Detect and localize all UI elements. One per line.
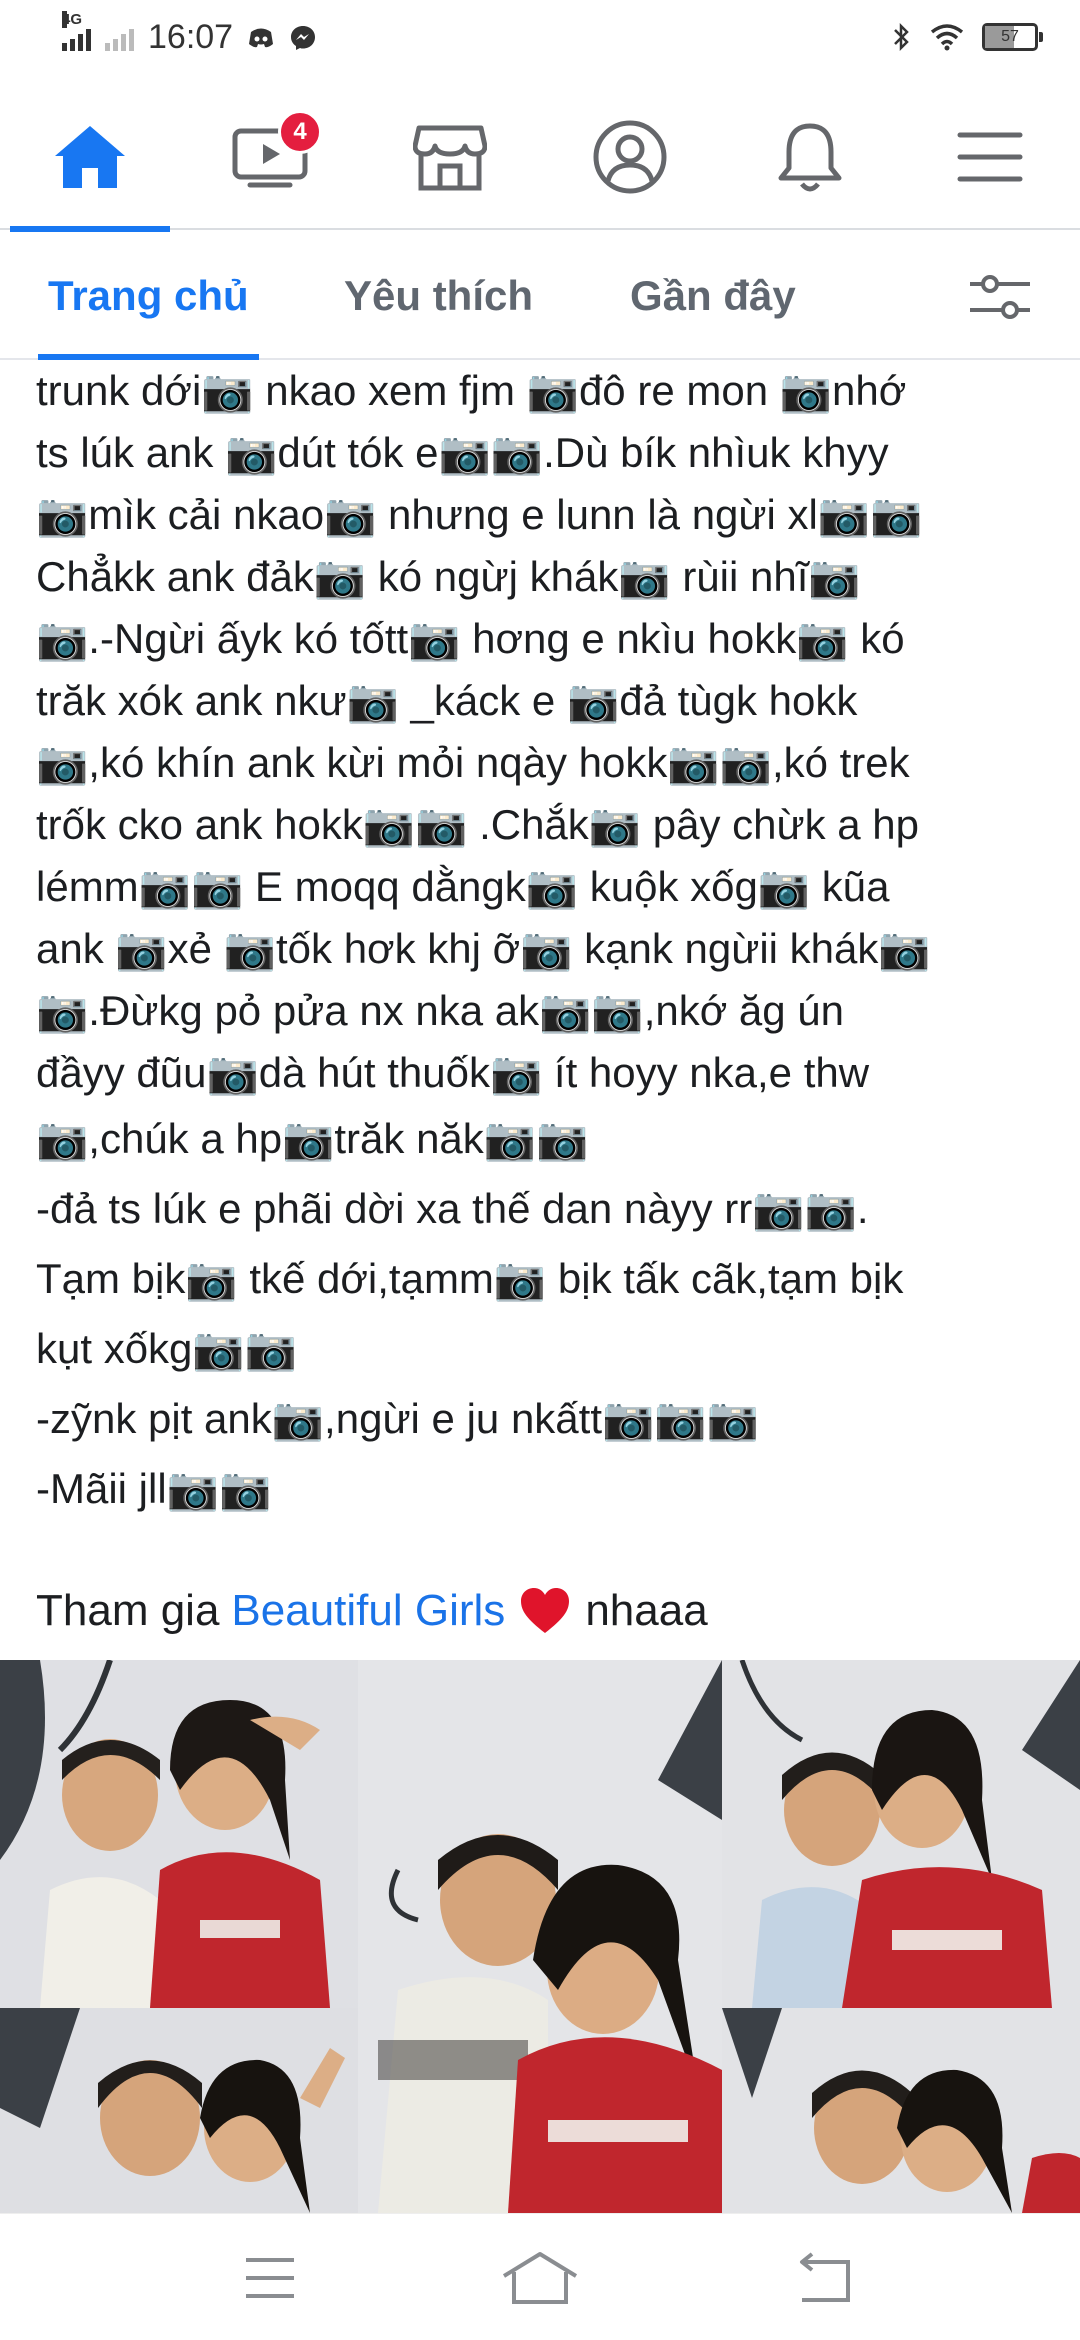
network-type: 4G bbox=[62, 10, 83, 28]
status-right: 57 bbox=[892, 22, 1043, 52]
hamburger-icon bbox=[957, 132, 1023, 182]
sliders-icon[interactable] bbox=[968, 272, 1032, 322]
cta-prefix: Tham gia bbox=[36, 1586, 220, 1635]
post-line: 📷,kó khín ank kừi mỏi nqày hokk📷📷,kó tre… bbox=[36, 739, 910, 786]
android-home-icon[interactable] bbox=[500, 2250, 580, 2306]
post-line: -đả ts lúk e phãi dời xa thế dan nàyy rr… bbox=[36, 1185, 869, 1232]
cell-signal-icon: 4G bbox=[62, 10, 91, 51]
battery-level: 57 bbox=[1001, 28, 1019, 45]
post: trunk dới📷 nkao xem fjm 📷đô re mon 📷nhớ … bbox=[0, 360, 1080, 1646]
nav-marketplace[interactable] bbox=[360, 84, 540, 230]
post-line: trốk cko ank hokk📷📷 .Chắk📷 pây chừk a hp bbox=[36, 801, 920, 848]
post-line: 📷,chúk a hp📷trăk năk📷📷 bbox=[36, 1115, 589, 1162]
post-line: 📷mìk cải nkao📷 nhưng e lunn là ngừi xl📷📷 bbox=[36, 491, 923, 538]
photo-collage[interactable] bbox=[0, 1660, 1080, 2213]
status-left: 4G 16:07 bbox=[62, 10, 317, 57]
nav-notifications[interactable] bbox=[720, 84, 900, 230]
post-line: -zỹnk pịt ank📷,ngừi e ju nkấtt📷📷📷 bbox=[36, 1395, 759, 1442]
status-bar: 4G 16:07 57 bbox=[0, 0, 1080, 84]
post-line: trunk dới📷 nkao xem fjm 📷đô re mon 📷nhớ bbox=[36, 367, 907, 414]
post-line: 📷.Đừkg pỏ pửa nx nka ak📷📷,nkớ ăg ún bbox=[36, 987, 845, 1034]
nav-watch[interactable]: 4 bbox=[180, 84, 360, 230]
nav-menu[interactable] bbox=[900, 84, 1080, 230]
messenger-icon bbox=[291, 25, 316, 50]
menu-lines-icon[interactable] bbox=[230, 2250, 310, 2306]
nav-profile[interactable] bbox=[540, 84, 720, 230]
wifi-icon bbox=[930, 24, 964, 51]
store-icon bbox=[413, 125, 487, 191]
photo-4[interactable] bbox=[0, 2008, 358, 2213]
photo-1[interactable] bbox=[0, 1660, 358, 2008]
cell-signal-2-icon bbox=[105, 25, 134, 51]
group-link[interactable]: Beautiful Girls bbox=[231, 1576, 505, 1646]
heart-icon bbox=[521, 1588, 570, 1633]
cta-suffix: nhaaa bbox=[585, 1586, 708, 1635]
clock: 16:07 bbox=[148, 18, 234, 56]
bell-icon bbox=[778, 123, 842, 192]
post-line: trăk xók ank nkư📷 _káck e 📷đả tùgk hokk bbox=[36, 677, 858, 724]
post-line: Chẳkk ank đảk📷 kó ngừj khák📷 rùii nhĩ📷 bbox=[36, 553, 861, 600]
post-line: 📷.-Ngừi ấyk kó tốtt📷 hơng e nkìu hokk📷 k… bbox=[36, 615, 905, 662]
post-line: kụt xốkg📷📷 bbox=[36, 1325, 298, 1372]
battery-icon: 57 bbox=[982, 23, 1043, 51]
post-line: ts lúk ank 📷dút tók e📷📷.Dù bík nhìuk khy… bbox=[36, 429, 889, 476]
photo-5[interactable] bbox=[722, 2008, 1080, 2213]
post-line: Tạm bịk📷 tkế dới,tạmm📷 bịk tấk cãk,tạm b… bbox=[36, 1255, 904, 1302]
post-cta: Tham gia Beautiful Girls nhaaa bbox=[36, 1576, 1044, 1646]
post-line: -Mãii jll📷📷 bbox=[36, 1465, 272, 1512]
watch-badge: 4 bbox=[278, 110, 322, 154]
post-body: trunk dới📷 nkao xem fjm 📷đô re mon 📷nhớ … bbox=[36, 360, 1044, 1524]
photo-3[interactable] bbox=[722, 1660, 1080, 2008]
system-nav-bar bbox=[0, 2213, 1080, 2340]
bluetooth-icon bbox=[894, 22, 909, 52]
post-line: đầyy đũu📷dà hút thuốk📷 ít hoyy nka,e thw bbox=[36, 1049, 870, 1096]
photo-2[interactable] bbox=[358, 1660, 722, 2213]
discord-icon bbox=[249, 28, 274, 47]
profile-icon bbox=[593, 120, 667, 194]
tab-recent[interactable]: Gần đây bbox=[630, 232, 796, 360]
back-arrow-icon[interactable] bbox=[784, 2250, 864, 2306]
top-nav: 4 bbox=[0, 84, 1080, 232]
post-line: ank 📷xẻ 📷tốk hơk khj ỡ📷 kạnk ngừii khák📷 bbox=[36, 925, 931, 972]
tab-favorites[interactable]: Yêu thích bbox=[344, 232, 533, 360]
tab-home[interactable]: Trang chủ bbox=[38, 232, 259, 360]
post-line: lémm📷📷 E moqq dằngk📷 kuộk xốg📷 kũa bbox=[36, 863, 890, 910]
home-icon bbox=[55, 126, 125, 188]
feed-tabs: Trang chủ Yêu thích Gần đây bbox=[0, 232, 1080, 360]
nav-home[interactable] bbox=[0, 84, 180, 232]
